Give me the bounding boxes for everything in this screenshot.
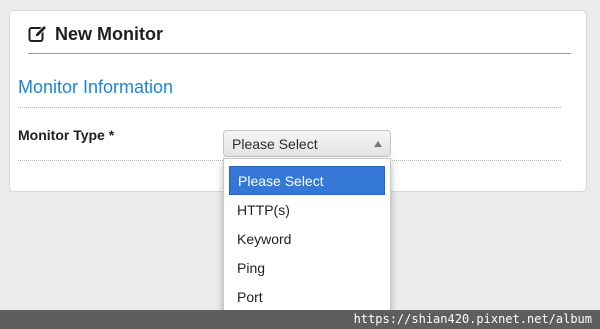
caret-up-icon	[374, 140, 382, 147]
monitor-type-select[interactable]: Please Select	[223, 130, 391, 157]
option-keyword[interactable]: Keyword	[229, 224, 385, 253]
monitor-type-dropdown: Please Select HTTP(s) Keyword Ping Port	[223, 158, 391, 314]
panel-header: New Monitor	[28, 22, 163, 46]
section-heading: Monitor Information	[18, 77, 174, 97]
monitor-type-label: Monitor Type *	[18, 127, 115, 143]
option-https[interactable]: HTTP(s)	[229, 195, 385, 224]
option-port[interactable]: Port	[229, 282, 385, 311]
section-divider	[18, 107, 561, 108]
monitor-type-value: Please Select	[232, 135, 318, 152]
option-please-select[interactable]: Please Select	[229, 166, 385, 195]
page-title: New Monitor	[55, 23, 163, 44]
title-divider	[28, 53, 571, 54]
option-ping[interactable]: Ping	[229, 253, 385, 282]
edit-icon	[28, 24, 48, 44]
watermark-text: https://shian420.pixnet.net/album	[353, 312, 592, 326]
